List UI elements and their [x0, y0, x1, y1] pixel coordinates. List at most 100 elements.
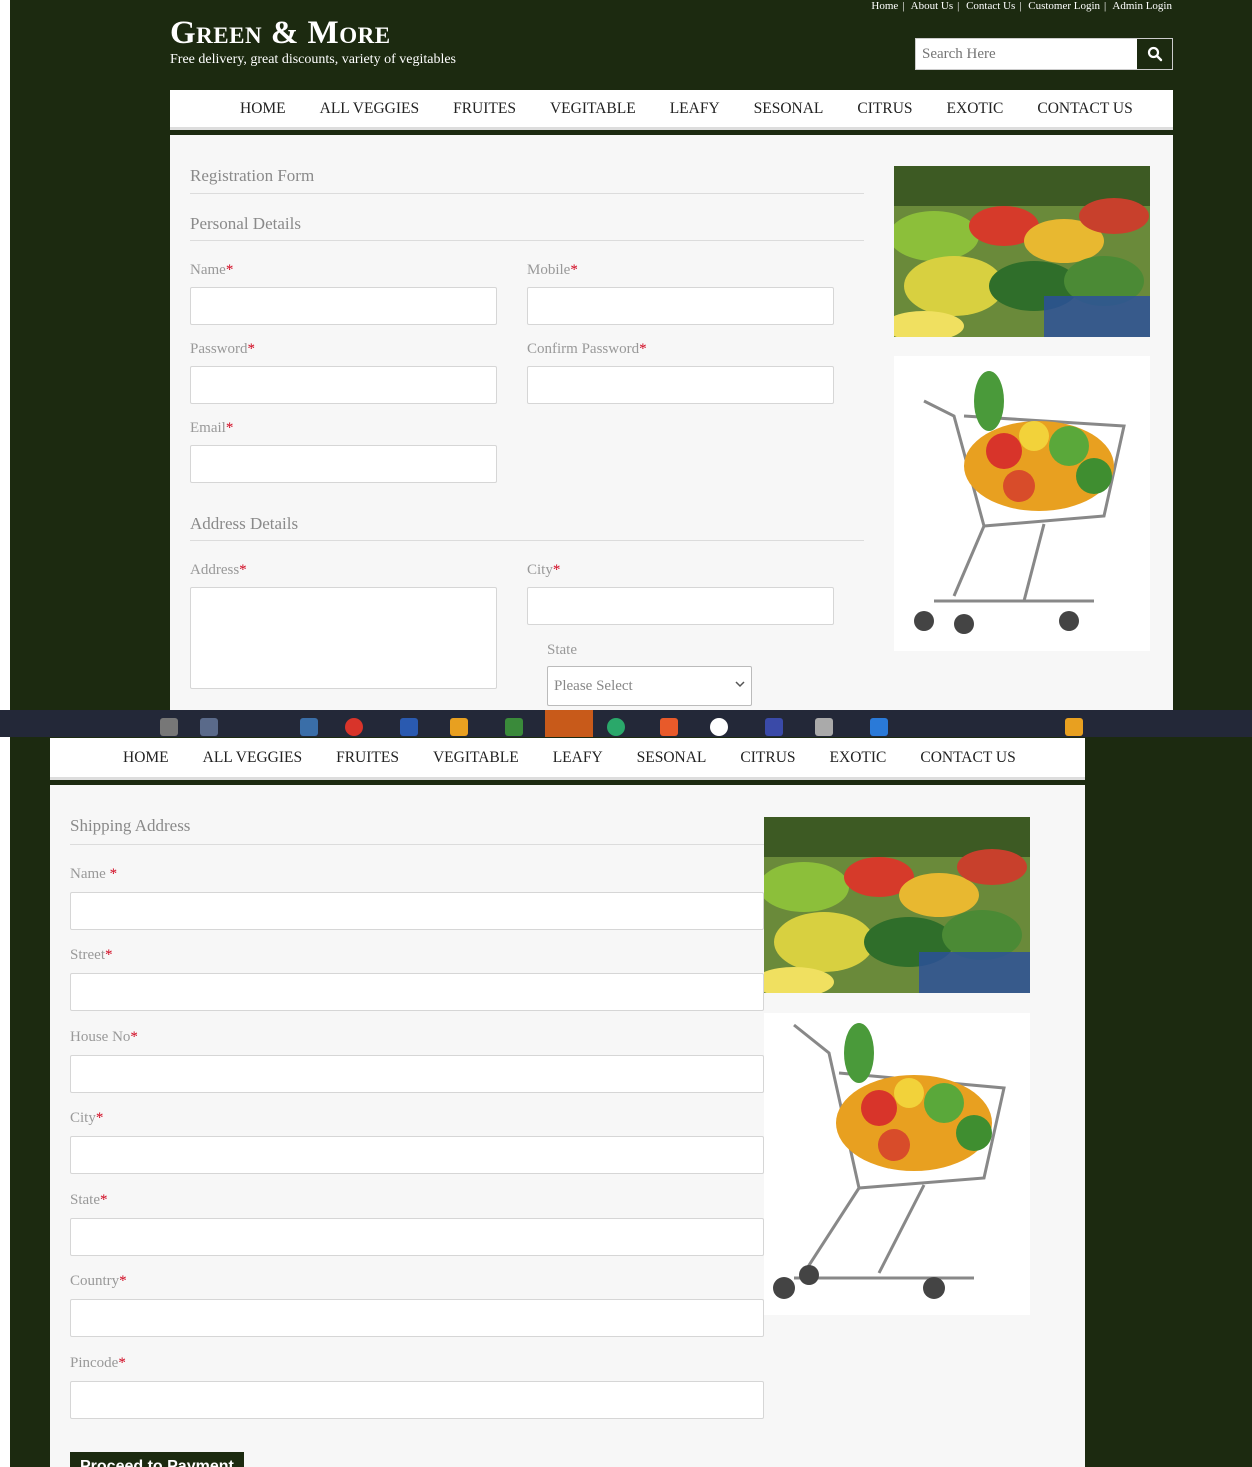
- shipping-page-screenshot: HOME ALL VEGGIES FRUITES VEGITABLE LEAFY…: [10, 737, 1252, 1467]
- ship-city-field[interactable]: [70, 1136, 764, 1174]
- cart-image-svg: [914, 371, 1126, 634]
- name-field[interactable]: [190, 287, 497, 325]
- nav-fruites[interactable]: FRUITES: [453, 100, 516, 118]
- ship-state-label-text: State: [70, 1192, 100, 1208]
- shopping-cart-image: [894, 356, 1150, 651]
- required-mark: *: [639, 341, 647, 357]
- nav-sesonal[interactable]: SESONAL: [754, 100, 824, 118]
- main-nav: HOME ALL VEGGIES FRUITES VEGITABLE LEAFY…: [170, 90, 1173, 130]
- nav-leafy[interactable]: LEAFY: [553, 749, 603, 767]
- email-field[interactable]: [190, 445, 497, 483]
- divider: [190, 193, 864, 194]
- taskbar-app-icon[interactable]: [710, 718, 728, 736]
- nav-contact-us[interactable]: CONTACT US: [1037, 100, 1132, 118]
- search-button[interactable]: [1137, 39, 1172, 69]
- required-mark: *: [100, 1192, 108, 1208]
- required-mark: *: [105, 947, 113, 963]
- nav-contact-us[interactable]: CONTACT US: [920, 749, 1015, 767]
- state-select[interactable]: Please Select: [547, 666, 752, 706]
- password-field[interactable]: [190, 366, 497, 404]
- proceed-to-payment-button[interactable]: Proceed to Payment: [70, 1452, 244, 1467]
- vegetables-image-svg: [894, 166, 1150, 337]
- taskbar-app-icon[interactable]: [300, 718, 318, 736]
- required-mark: *: [225, 262, 234, 278]
- nav-citrus[interactable]: CITRUS: [740, 749, 795, 767]
- brand-tagline: Free delivery, great discounts, variety …: [170, 52, 456, 67]
- taskbar-app-icon[interactable]: [607, 718, 625, 736]
- taskbar-app-icon[interactable]: [660, 718, 678, 736]
- required-mark: *: [225, 420, 234, 436]
- city-label-text: City: [527, 562, 553, 578]
- vegetables-market-image: [894, 166, 1150, 337]
- taskbar-app-icon[interactable]: [815, 718, 833, 736]
- taskbar-tray-icon[interactable]: [1065, 718, 1083, 736]
- brand-block: Green & More Free delivery, great discou…: [170, 14, 456, 68]
- taskbar-app-icon[interactable]: [160, 718, 178, 736]
- ship-state-field[interactable]: [70, 1218, 764, 1256]
- address-textarea[interactable]: [190, 587, 497, 689]
- nav-home[interactable]: HOME: [240, 100, 286, 118]
- search-input[interactable]: [916, 39, 1136, 69]
- nav-all-veggies[interactable]: ALL VEGGIES: [320, 100, 419, 118]
- divider: [70, 844, 764, 845]
- nav-all-veggies[interactable]: ALL VEGGIES: [203, 749, 302, 767]
- country-label: Country*: [70, 1273, 127, 1290]
- taskbar-app-icon[interactable]: [400, 718, 418, 736]
- taskbar-app-icon[interactable]: [200, 718, 218, 736]
- state-label: State: [547, 642, 577, 658]
- mobile-field[interactable]: [527, 287, 834, 325]
- nav-sesonal[interactable]: SESONAL: [637, 749, 707, 767]
- ship-name-label-text: Name: [70, 866, 106, 882]
- name-label-text: Name: [190, 262, 226, 278]
- taskbar-app-icon[interactable]: [345, 718, 363, 736]
- street-field[interactable]: [70, 973, 764, 1011]
- search-icon: [1147, 46, 1162, 62]
- nav-leafy[interactable]: LEAFY: [670, 100, 720, 118]
- confirm-password-label: Confirm Password*: [527, 341, 647, 358]
- taskbar-app-icon[interactable]: [450, 718, 468, 736]
- house-no-label: House No*: [70, 1029, 138, 1046]
- address-details-title: Address Details: [190, 514, 299, 533]
- password-label-text: Password: [190, 341, 248, 357]
- registration-panel: Registration Form Personal Details Name*…: [170, 135, 1173, 710]
- city-field[interactable]: [527, 587, 834, 625]
- required-mark: *: [119, 1273, 127, 1289]
- top-link-customer-login[interactable]: Customer Login: [1028, 0, 1100, 12]
- taskbar-active-app[interactable]: [545, 710, 593, 737]
- address-label: Address*: [190, 562, 247, 579]
- required-mark: *: [109, 866, 118, 882]
- vegetables-market-image: [764, 817, 1030, 993]
- street-label-text: Street: [70, 947, 105, 963]
- ship-name-field[interactable]: [70, 892, 764, 930]
- confirm-password-field[interactable]: [527, 366, 834, 404]
- taskbar-app-icon[interactable]: [870, 718, 888, 736]
- pincode-field[interactable]: [70, 1381, 764, 1419]
- nav-fruites[interactable]: FRUITES: [336, 749, 399, 767]
- registration-title: Registration Form: [190, 166, 315, 185]
- ship-city-label-text: City: [70, 1110, 96, 1126]
- taskbar-app-icon[interactable]: [505, 718, 523, 736]
- confirm-password-label-text: Confirm Password: [527, 341, 640, 357]
- house-no-field[interactable]: [70, 1055, 764, 1093]
- top-link-admin-login[interactable]: Admin Login: [1112, 0, 1172, 12]
- nav-exotic[interactable]: EXOTIC: [947, 100, 1004, 118]
- password-label: Password*: [190, 341, 255, 358]
- required-mark: *: [247, 341, 256, 357]
- nav-vegitable[interactable]: VEGITABLE: [550, 100, 636, 118]
- top-link-home[interactable]: Home: [871, 0, 898, 12]
- nav-exotic[interactable]: EXOTIC: [830, 749, 887, 767]
- main-nav: HOME ALL VEGGIES FRUITES VEGITABLE LEAFY…: [50, 738, 1085, 780]
- nav-citrus[interactable]: CITRUS: [857, 100, 912, 118]
- taskbar-app-icon[interactable]: [765, 718, 783, 736]
- email-label: Email*: [190, 420, 233, 437]
- top-link-contact[interactable]: Contact Us: [966, 0, 1015, 12]
- nav-vegitable[interactable]: VEGITABLE: [433, 749, 519, 767]
- required-mark: *: [570, 262, 578, 278]
- search-box: [915, 38, 1173, 70]
- shopping-cart-image: [764, 1013, 1030, 1315]
- nav-home[interactable]: HOME: [123, 749, 169, 767]
- required-mark: *: [239, 562, 247, 578]
- top-link-about[interactable]: About Us: [911, 0, 953, 12]
- country-field[interactable]: [70, 1299, 764, 1337]
- mobile-label: Mobile*: [527, 262, 578, 279]
